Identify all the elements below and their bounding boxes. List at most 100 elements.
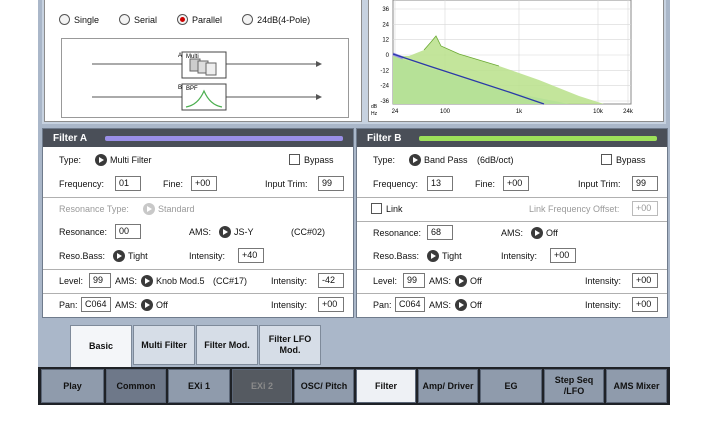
filter-b-pan-field[interactable]: C064: [395, 297, 425, 312]
filter-b-resonance-row: Resonance: 68 AMS: Off: [357, 221, 667, 245]
filter-a-resonance-row: Resonance: 00 AMS: JS-Y (CC#02): [43, 221, 353, 245]
y-tick-label: -12: [380, 68, 389, 74]
filter-a-level-intensity-field[interactable]: -42: [318, 273, 344, 288]
pan-label: Pan:: [59, 300, 78, 310]
subtab-filter-lfo-mod[interactable]: Filter LFO Mod.: [259, 325, 321, 365]
diagram-b-label: B: [178, 85, 182, 91]
pan-ams-popup-icon[interactable]: [455, 299, 467, 311]
level-ams-popup-icon[interactable]: [141, 275, 153, 287]
y-tick-label: 12: [382, 38, 389, 44]
bypass-label: Bypass: [304, 155, 334, 165]
filter-b-fine-field[interactable]: +00: [503, 176, 529, 191]
mode-play[interactable]: Play: [41, 369, 104, 403]
filter-a-pan-intensity-field[interactable]: +00: [318, 297, 344, 312]
radio-dot: [59, 14, 70, 25]
filter-b-link-row: Link Link Frequency Offset: +00: [357, 197, 667, 221]
radio-24db[interactable]: 24dB(4-Pole): [242, 14, 310, 25]
subtab-multi-filter[interactable]: Multi Filter: [133, 325, 195, 365]
x-tick-label: 100: [440, 109, 451, 115]
resonance-label: Resonance:: [59, 227, 108, 237]
radio-label: 24dB(4-Pole): [257, 14, 311, 25]
fine-label: Fine:: [475, 179, 496, 189]
level-ams-popup-icon[interactable]: [455, 275, 467, 287]
y-tick-label: 24: [382, 22, 389, 28]
mode-amp-driver[interactable]: Amp/ Driver: [418, 369, 478, 403]
filter-b-pan-intensity-field[interactable]: +00: [632, 297, 658, 312]
reso-bass-label: Reso.Bass:: [59, 251, 106, 261]
filter-a-fine-field[interactable]: +00: [191, 176, 217, 191]
mode-common[interactable]: Common: [106, 369, 166, 403]
type-popup-icon[interactable]: [95, 154, 107, 166]
filter-a-title: Filter A: [53, 132, 88, 144]
filter-a-resonance-type-row: Resonance Type: Standard: [43, 197, 353, 221]
mode-osc-pitch[interactable]: OSC/ Pitch: [294, 369, 354, 403]
filter-a-ams-cc: (CC#02): [291, 227, 326, 237]
mode-step-seq-lfo[interactable]: Step Seq /LFO: [544, 369, 604, 403]
radio-serial[interactable]: Serial: [119, 14, 157, 25]
pan-ams-label: AMS:: [429, 300, 452, 310]
filter-a-pan-field[interactable]: C064: [81, 297, 111, 312]
mode-eg[interactable]: EG: [480, 369, 542, 403]
filter-a-type-row: Type: Multi Filter Bypass: [43, 149, 353, 173]
radio-label: Parallel: [192, 14, 223, 25]
mode-ams-mixer[interactable]: AMS Mixer: [606, 369, 667, 403]
x-tick-label: 24k: [623, 109, 634, 115]
type-popup-icon[interactable]: [409, 154, 421, 166]
filter-b-level-ams-value[interactable]: Off: [470, 276, 482, 286]
reso-bass-popup-icon[interactable]: [113, 250, 125, 262]
filter-a-resonance-field[interactable]: 00: [115, 224, 141, 239]
pan-ams-popup-icon[interactable]: [141, 299, 153, 311]
filter-b-level-intensity-field[interactable]: +00: [632, 273, 658, 288]
input-trim-label: Input Trim:: [578, 179, 621, 189]
filter-a-header: Filter A: [43, 129, 353, 147]
radio-dot: [242, 14, 254, 25]
level-ams-label: AMS:: [115, 276, 138, 286]
filter-b-resonance-field[interactable]: 68: [427, 225, 453, 240]
link-offset-label: Link Frequency Offset:: [529, 204, 620, 214]
filter-a-intensity-field[interactable]: +40: [238, 248, 264, 263]
filter-a-reso-bass-value[interactable]: Tight: [128, 251, 148, 261]
filter-b-frequency-field[interactable]: 13: [427, 176, 453, 191]
filter-b-input-trim-field[interactable]: 99: [632, 176, 658, 191]
filter-a-type-value[interactable]: Multi Filter: [110, 155, 152, 165]
filter-b-header: Filter B: [357, 129, 667, 147]
pan-intensity-label: Intensity:: [585, 300, 622, 310]
mode-filter[interactable]: Filter: [356, 369, 416, 403]
filter-a-level-ams-value[interactable]: Knob Mod.5: [156, 276, 205, 286]
ams-popup-icon[interactable]: [219, 226, 231, 238]
filter-b-link-checkbox[interactable]: [371, 203, 382, 214]
filter-a-level-field[interactable]: 99: [89, 273, 111, 288]
filter-a-frequency-field[interactable]: 01: [115, 176, 141, 191]
filter-b-bypass-checkbox[interactable]: [601, 154, 612, 165]
reso-bass-label: Reso.Bass:: [373, 251, 420, 261]
filter-b-reso-bass-value[interactable]: Tight: [442, 251, 462, 261]
filter-a-pan-ams-value[interactable]: Off: [156, 300, 168, 310]
radio-parallel[interactable]: Parallel: [177, 14, 222, 25]
level-ams-label: AMS:: [429, 276, 452, 286]
filter-a-color-bar: [105, 135, 343, 141]
mode-exi1[interactable]: EXi 1: [168, 369, 230, 403]
filter-b-level-row: Level: 99 AMS: Off Intensity: +00: [357, 269, 667, 293]
subtab-filter-mod[interactable]: Filter Mod.: [196, 325, 258, 365]
pan-ams-label: AMS:: [115, 300, 138, 310]
bypass-label: Bypass: [616, 155, 646, 165]
filter-b-link-offset-field: +00: [632, 201, 658, 216]
filter-b-intensity-field[interactable]: +00: [550, 248, 576, 263]
reso-bass-popup-icon[interactable]: [427, 250, 439, 262]
frequency-label: Frequency:: [373, 179, 419, 189]
filter-a-level-ams-cc: (CC#17): [213, 276, 248, 286]
filter-a-bypass-checkbox[interactable]: [289, 154, 300, 165]
x-tick-label: 1k: [516, 109, 523, 115]
subtab-basic[interactable]: Basic: [70, 325, 132, 367]
filter-a-input-trim-field[interactable]: 99: [318, 176, 344, 191]
filter-a-ams-value[interactable]: JS-Y: [234, 227, 254, 237]
filter-b-ams-value[interactable]: Off: [546, 228, 558, 238]
filter-b-pan-ams-value[interactable]: Off: [470, 300, 482, 310]
type-label: Type:: [373, 155, 396, 165]
filter-b-type-value[interactable]: Band Pass: [424, 155, 468, 165]
filter-b-level-field[interactable]: 99: [403, 273, 425, 288]
radio-single[interactable]: Single: [59, 14, 99, 25]
filter-b-type-row: Type: Band Pass (6dB/oct) Bypass: [357, 149, 667, 173]
filter-b-panel: Filter B Type: Band Pass (6dB/oct) Bypas…: [356, 128, 668, 318]
ams-popup-icon[interactable]: [531, 227, 543, 239]
